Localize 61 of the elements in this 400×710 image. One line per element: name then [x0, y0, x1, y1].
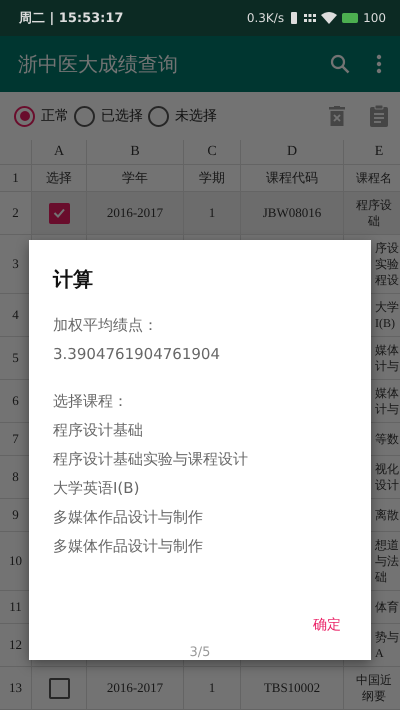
column-letter: D [241, 140, 344, 164]
app-title: 浙中医大成绩查询 [18, 50, 179, 78]
course-name: 多媒体作品设计与制作 [53, 507, 204, 528]
radio-circle[interactable] [148, 106, 169, 126]
table-cell: 中国近 纲要 [356, 672, 392, 704]
vibrate-icon [289, 12, 300, 24]
radio-circle[interactable] [14, 106, 35, 126]
column-header: 选择 [32, 165, 87, 191]
gpa-label: 加权平均绩点： [53, 315, 159, 336]
table-cell: 媒体 计与 [375, 385, 399, 417]
check-icon [52, 206, 66, 220]
table-cell: 体育 [375, 599, 399, 615]
table-cell: 离散 [375, 507, 399, 523]
table-cell: 1 [184, 667, 241, 709]
dialog-title: 计算 [53, 266, 94, 293]
more-icon[interactable] [376, 54, 382, 74]
table-cell: 序设 实验 程设 [375, 240, 399, 288]
table-cell: 2016-2017 [87, 192, 184, 234]
table-cell: 媒体 计与 [375, 342, 399, 374]
row-checkbox[interactable] [48, 202, 70, 224]
table-cell: 1 [184, 192, 241, 234]
battery-level: 100 [363, 11, 386, 25]
course-name: 程序设计基础 [53, 420, 144, 441]
filter-radio[interactable]: 正常 [14, 106, 69, 126]
column-letter: A [32, 140, 87, 164]
signal-icon [304, 14, 316, 22]
table-cell: 势与 A [375, 629, 399, 661]
table-cell: 程序设 础 [356, 197, 392, 229]
table-cell: 2016-2017 [87, 667, 184, 709]
table-cell: TBS10002 [241, 667, 344, 709]
course-name: 程序设计基础实验与课程设计 [53, 449, 249, 470]
filter-radio[interactable]: 未选择 [148, 106, 217, 126]
courses-label: 选择课程： [53, 391, 129, 412]
page-indicator: 3/5 [188, 645, 212, 660]
gpa-value: 3.3904761904761904 [53, 344, 222, 365]
course-name: 大学英语I(B) [53, 478, 140, 499]
column-header: 学期 [184, 165, 241, 191]
column-header: 课程名 [344, 165, 400, 191]
column-letter: E [344, 140, 400, 164]
radio-circle[interactable] [74, 106, 95, 126]
filter-radio[interactable]: 已选择 [74, 106, 143, 126]
table-cell: 大学 I(B) [375, 299, 399, 331]
row-checkbox[interactable] [48, 678, 70, 698]
column-letter: B [87, 140, 184, 164]
course-name: 多媒体作品设计与制作 [53, 536, 204, 557]
column-letter: C [184, 140, 241, 164]
table-cell: 视化 设计 [375, 461, 399, 493]
row-number: 2 [0, 192, 32, 234]
table-cell: 想道 与法 础 [375, 537, 399, 585]
search-icon[interactable] [330, 54, 350, 74]
table-cell: 等数 [375, 431, 399, 447]
clipboard-icon[interactable] [370, 105, 388, 127]
battery-icon [342, 13, 358, 23]
delete-icon[interactable] [329, 106, 345, 126]
status-time: 周二 | 15:53:17 [19, 10, 124, 27]
table-cell: JBW08016 [241, 192, 344, 234]
column-header: 学年 [87, 165, 184, 191]
confirm-button[interactable]: 确定 [305, 612, 349, 638]
network-speed: 0.3K/s [246, 11, 284, 25]
column-header: 课程代码 [241, 165, 344, 191]
wifi-icon [321, 12, 338, 24]
